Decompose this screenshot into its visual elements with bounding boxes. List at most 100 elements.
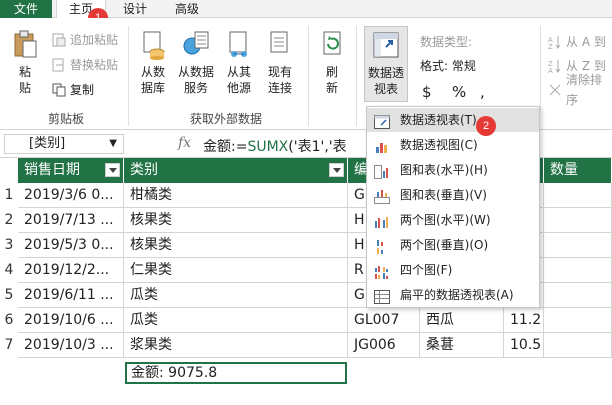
pivot-table-icon (374, 113, 390, 129)
cell-quantity[interactable] (544, 233, 612, 258)
ribbon-separator (356, 26, 357, 126)
row-number[interactable]: 7 (0, 337, 18, 353)
other-sources-icon (226, 30, 252, 60)
cell-date[interactable]: 2019/6/11 ... (18, 283, 124, 308)
menu-item-label: 数据透视图(C) (400, 138, 478, 152)
refresh-icon (319, 30, 345, 60)
cell-date[interactable]: 2019/5/3 0... (18, 233, 124, 258)
chart-and-table-horizontal-icon (374, 163, 390, 179)
sort-asc-icon: AZ (548, 35, 562, 51)
copy-button[interactable]: 复制 (52, 80, 94, 100)
menu-item-label: 图和表(水平)(H) (400, 163, 488, 177)
formula-function: SUMX (247, 139, 289, 155)
column-header-label: 类别 (130, 162, 158, 178)
menu-item-label: 两个图(水平)(W) (400, 213, 491, 227)
name-box[interactable]: [类别] ▼ (4, 134, 124, 154)
pivot-chart-icon (374, 138, 390, 153)
cell-cat[interactable]: 柑橘类 (124, 183, 348, 208)
menu-item-5[interactable]: 两个图(垂直)(O) (367, 233, 539, 257)
clear-sort-icon (548, 83, 562, 97)
cell-date[interactable]: 2019/3/6 0... (18, 183, 124, 208)
cell-date[interactable]: 2019/7/13 ... (18, 208, 124, 233)
menu-item-7[interactable]: 扁平的数据透视表(A) (367, 283, 539, 307)
sort-a-to-z-button[interactable]: AZ 从 A 到 (548, 32, 606, 52)
flattened-pivot-table-icon (374, 288, 390, 304)
cell-val[interactable]: 11.2 (504, 308, 544, 333)
cell-cat[interactable]: 核果类 (124, 233, 348, 258)
from-other-sources-label: 从其 他源 (226, 65, 251, 95)
menu-item-label: 扁平的数据透视表(A) (400, 288, 514, 302)
from-other-sources-button[interactable]: 从其 他源 (222, 30, 256, 96)
row-number[interactable]: 5 (0, 287, 18, 303)
column-header-date[interactable]: 销售日期 (18, 158, 124, 183)
pivot-table-label: 数据透 视表 (367, 66, 404, 96)
append-paste-label: 追加粘贴 (70, 33, 119, 47)
existing-connections-button[interactable]: 现有 连接 (263, 30, 297, 96)
currency-format-button[interactable]: $ (422, 82, 432, 102)
excel-window: 文件 主页 设计 高级 1 粘 贴 追加粘贴 替换粘贴 复制 剪贴板 (0, 0, 612, 405)
formula-prefix: 金额:= (203, 139, 248, 155)
column-header-quantity[interactable]: 数量 (544, 158, 612, 183)
cell-date[interactable]: 2019/10/6 ... (18, 308, 124, 333)
filter-dropdown-icon[interactable] (105, 163, 120, 177)
pivot-table-dropdown-button[interactable]: 数据透 视表 (364, 26, 408, 102)
cell-cat[interactable]: 核果类 (124, 208, 348, 233)
copy-label: 复制 (70, 83, 95, 97)
menu-item-6[interactable]: 四个图(F) (367, 258, 539, 282)
menu-item-0[interactable]: 数据透视表(T) (367, 108, 539, 132)
clear-sort-label: 清除排序 (566, 73, 603, 107)
tab-advanced[interactable]: 高级 (164, 0, 210, 18)
fx-icon[interactable]: fx (178, 135, 191, 151)
pivot-table-icon (373, 31, 399, 61)
two-charts-vertical-icon (374, 238, 390, 254)
step-badge-2: 2 (476, 116, 496, 136)
row-number[interactable]: 1 (0, 187, 18, 203)
column-header-category[interactable]: 类别 (124, 158, 348, 183)
append-paste-button[interactable]: 追加粘贴 (52, 30, 118, 50)
from-data-service-button[interactable]: 从数据 服务 (174, 30, 218, 96)
cell-quantity[interactable] (544, 283, 612, 308)
sort-a-to-z-label: 从 A 到 (566, 35, 606, 49)
refresh-label: 刷 新 (325, 65, 338, 95)
row-number[interactable]: 3 (0, 237, 18, 253)
svg-text:Z: Z (548, 43, 553, 49)
replace-paste-label: 替换粘贴 (70, 58, 119, 72)
table-row[interactable]: 2019/10/6 ... 瓜类 GL007 西瓜 11.2 (18, 308, 612, 333)
menu-item-4[interactable]: 两个图(水平)(W) (367, 208, 539, 232)
percent-format-button[interactable]: % (452, 82, 466, 102)
menu-item-2[interactable]: 图和表(水平)(H) (367, 158, 539, 182)
replace-paste-button[interactable]: 替换粘贴 (52, 55, 118, 75)
row-number[interactable]: 6 (0, 312, 18, 328)
tab-design[interactable]: 设计 (112, 0, 158, 18)
cell-cat[interactable]: 仁果类 (124, 258, 348, 283)
cell-code[interactable]: GL007 (348, 308, 420, 333)
menu-item-3[interactable]: 图和表(垂直)(V) (367, 183, 539, 207)
chevron-down-icon[interactable]: ▼ (109, 135, 117, 153)
cell-quantity[interactable] (544, 208, 612, 233)
total-measure-cell[interactable]: 金额: 9075.8 (125, 362, 347, 384)
filter-dropdown-icon[interactable] (329, 163, 344, 177)
cell-cat[interactable]: 瓜类 (124, 283, 348, 308)
format-dropdown[interactable]: 格式: 常规 (420, 56, 476, 76)
cell-quantity[interactable] (544, 308, 612, 333)
cell-quantity[interactable] (544, 258, 612, 283)
from-data-service-label: 从数据 服务 (177, 65, 214, 95)
cell-date[interactable]: 2019/12/2... (18, 258, 124, 283)
data-service-icon (183, 30, 209, 60)
menu-item-1[interactable]: 数据透视图(C) (367, 133, 539, 157)
cell-cat[interactable]: 瓜类 (124, 308, 348, 333)
comma-format-button[interactable]: , (480, 82, 485, 102)
paste-button[interactable]: 粘 贴 (8, 30, 42, 96)
cell-quantity[interactable] (544, 183, 612, 208)
row-number[interactable]: 4 (0, 262, 18, 278)
cell-name[interactable]: 西瓜 (420, 308, 504, 333)
existing-connections-icon (267, 30, 293, 60)
refresh-button[interactable]: 刷 新 (318, 30, 346, 96)
formula-input[interactable]: 金额:=SUMX('表1','表 (203, 136, 347, 156)
from-database-button[interactable]: 从数 据库 (136, 30, 170, 96)
sort-desc-icon: ZA (548, 59, 562, 75)
clear-sort-button[interactable]: 清除排序 (548, 73, 612, 107)
tab-file[interactable]: 文件 (0, 0, 52, 18)
row-number[interactable]: 2 (0, 212, 18, 228)
database-icon (140, 30, 166, 60)
